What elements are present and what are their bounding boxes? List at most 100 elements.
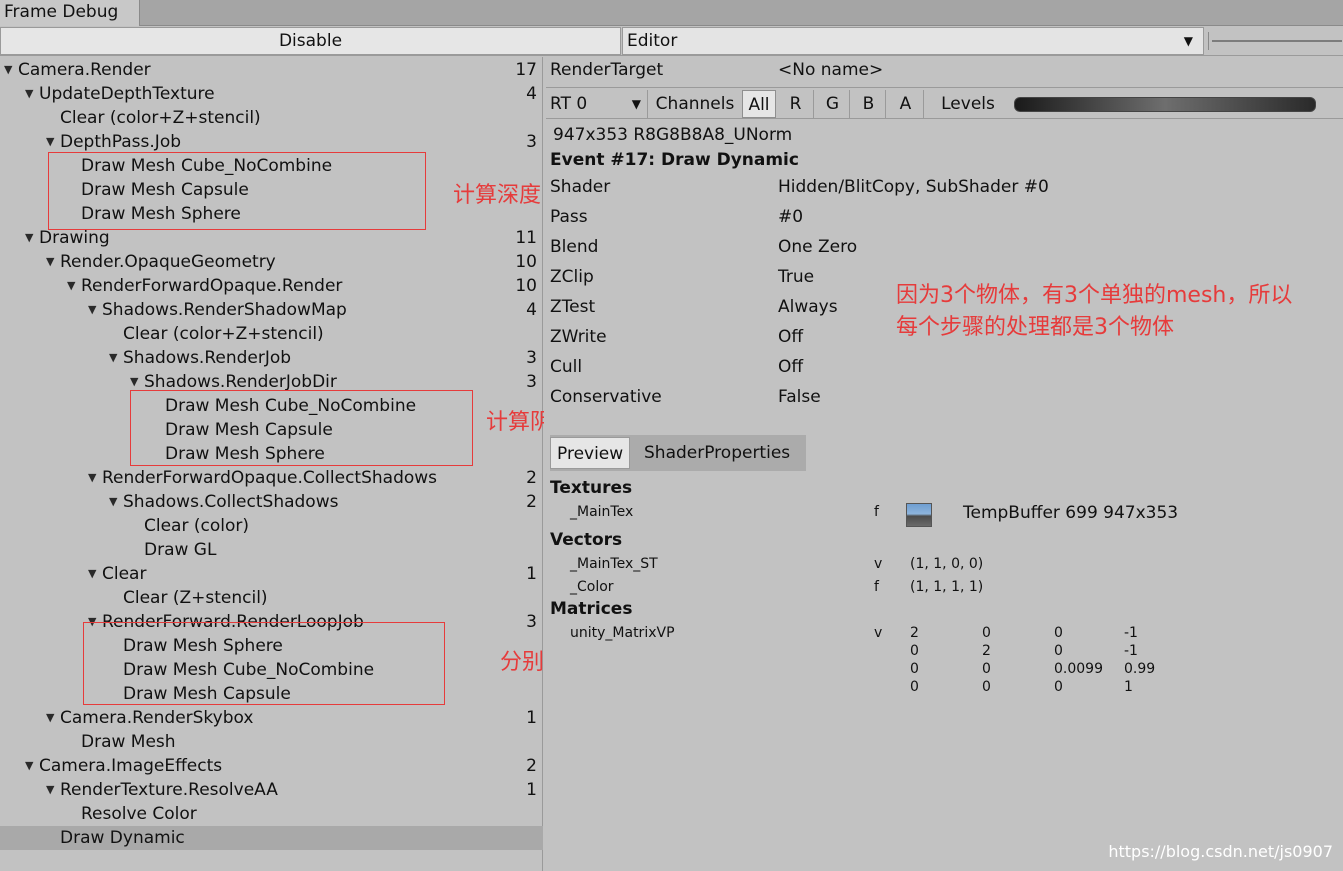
property-value: False (778, 387, 821, 407)
expand-arrow-icon[interactable]: ▼ (46, 778, 54, 802)
tree-row[interactable]: ▼ RenderForwardOpaque.Render 10 (0, 274, 543, 298)
tree-row[interactable]: ▼ Shadows.CollectShadows 2 (0, 490, 543, 514)
tree-row-label: Clear (Z+stencil) (123, 588, 268, 608)
chevron-down-icon: ▼ (631, 97, 641, 111)
tree-row[interactable]: ▼ Clear 1 (0, 562, 543, 586)
tree-row[interactable]: ▼ Shadows.RenderShadowMap 4 (0, 298, 543, 322)
toolbar: Disable Editor ▼ (0, 26, 1343, 56)
event-title: Event #17: Draw Dynamic (550, 150, 799, 170)
matrix-cell: 0.0099 (1054, 661, 1103, 677)
tree-row[interactable]: ▼ Camera.Render 17 (0, 58, 543, 82)
event-slider[interactable] (1208, 32, 1342, 50)
expand-arrow-icon[interactable]: ▼ (109, 346, 117, 370)
matrix-cell: 0 (910, 661, 919, 677)
expand-arrow-icon[interactable]: ▼ (46, 130, 54, 154)
expand-arrow-icon[interactable]: ▼ (88, 562, 96, 586)
channel-button-a[interactable]: A (888, 90, 924, 118)
tree-row-label: Camera.RenderSkybox (60, 708, 254, 728)
property-value: One Zero (778, 237, 858, 257)
tree-row[interactable]: ▼ Shadows.RenderJob 3 (0, 346, 543, 370)
tree-row[interactable]: ▼ RenderTexture.ResolveAA 1 (0, 778, 543, 802)
tree-row[interactable]: Draw Mesh (0, 730, 543, 754)
matrix-cell: 2 (982, 643, 991, 659)
expand-arrow-icon[interactable]: ▼ (25, 226, 33, 250)
texture-value: TempBuffer 699 947x353 (963, 503, 1179, 523)
tree-row-label: Shadows.RenderShadowMap (102, 300, 347, 320)
tab-preview[interactable]: Preview (550, 437, 631, 469)
expand-arrow-icon[interactable]: ▼ (109, 490, 117, 514)
matrix-cell: 0.99 (1124, 661, 1156, 677)
vector-name: _Color (570, 579, 614, 595)
tab-shader-properties[interactable]: ShaderProperties (638, 437, 796, 469)
tree-row[interactable]: Draw GL (0, 538, 543, 562)
vectors-header: Vectors (550, 530, 623, 550)
tree-row[interactable]: Clear (color) (0, 514, 543, 538)
property-value: Off (778, 357, 804, 377)
tree-row[interactable]: Clear (Z+stencil) (0, 586, 543, 610)
expand-arrow-icon[interactable]: ▼ (67, 274, 75, 298)
tree-row[interactable]: ▼ Render.OpaqueGeometry 10 (0, 250, 543, 274)
property-name: ZClip (550, 267, 594, 287)
expand-arrow-icon[interactable]: ▼ (46, 706, 54, 730)
annotation-box-depth (48, 152, 426, 230)
target-dropdown[interactable]: Editor ▼ (622, 27, 1204, 55)
render-target-format: 947x353 R8G8B8A8_UNorm (553, 125, 793, 145)
matrix-type: v (874, 625, 883, 641)
tree-row[interactable]: Resolve Color (0, 802, 543, 826)
property-name: Cull (550, 357, 583, 377)
property-name: Conservative (550, 387, 662, 407)
frame-debug-tab[interactable]: Frame Debug (0, 0, 140, 26)
matrix-cell: -1 (1124, 625, 1138, 641)
property-name: Blend (550, 237, 599, 257)
matrix-cell: 1 (1124, 679, 1133, 695)
property-name: Pass (550, 207, 588, 227)
tree-row[interactable]: Clear (color+Z+stencil) (0, 106, 543, 130)
expand-arrow-icon[interactable]: ▼ (46, 250, 54, 274)
matrix-cell: 0 (1054, 679, 1063, 695)
levels-label: Levels (941, 94, 995, 114)
property-name: ZTest (550, 297, 596, 317)
tree-row-label: RenderForwardOpaque.CollectShadows (102, 468, 438, 488)
channels-label: Channels (655, 94, 735, 114)
vector-value: (1, 1, 0, 0) (910, 556, 984, 572)
tree-row-label: Resolve Color (81, 804, 197, 824)
expand-arrow-icon[interactable]: ▼ (25, 82, 33, 106)
expand-arrow-icon[interactable]: ▼ (25, 754, 33, 778)
rt-select-label: RT 0 (550, 94, 588, 114)
render-target-value: <No name> (778, 60, 884, 80)
tree-row[interactable]: ▼ Camera.RenderSkybox 1 (0, 706, 543, 730)
property-name: Shader (550, 177, 611, 197)
matrix-cell: 0 (982, 679, 991, 695)
annotation-box-draw3 (83, 622, 445, 705)
texture-type: f (874, 504, 879, 520)
tree-row-count: 2 (526, 468, 537, 488)
tree-row-count: 10 (515, 276, 537, 296)
tree-row[interactable]: ▼ RenderForwardOpaque.CollectShadows 2 (0, 466, 543, 490)
channel-button-g[interactable]: G (816, 90, 850, 118)
disable-button[interactable]: Disable (0, 27, 621, 55)
tree-row-label: UpdateDepthTexture (39, 84, 215, 104)
annotation-depth: 计算深度 (453, 183, 542, 208)
tree-row-label: Clear (color+Z+stencil) (60, 108, 261, 128)
channel-button-all[interactable]: All (742, 90, 776, 118)
detail-tabs: Preview ShaderProperties (550, 435, 806, 471)
channel-button-r[interactable]: R (778, 90, 814, 118)
texture-name: _MainTex (570, 504, 634, 520)
levels-slider[interactable] (1014, 97, 1316, 112)
tree-row[interactable]: ▼ Camera.ImageEffects 2 (0, 754, 543, 778)
textures-header: Textures (550, 478, 633, 498)
property-value: Hidden/BlitCopy, SubShader #0 (778, 177, 1049, 197)
rt-select[interactable]: RT 0 ▼ (546, 90, 648, 118)
expand-arrow-icon[interactable]: ▼ (88, 298, 96, 322)
expand-arrow-icon[interactable]: ▼ (4, 58, 12, 82)
channel-toolbar: RT 0 ▼ Channels All R G B A Levels (546, 87, 1343, 119)
chevron-down-icon: ▼ (1183, 34, 1193, 48)
tree-row[interactable]: Clear (color+Z+stencil) (0, 322, 543, 346)
texture-thumbnail[interactable] (906, 503, 932, 527)
property-value: #0 (778, 207, 804, 227)
expand-arrow-icon[interactable]: ▼ (88, 466, 96, 490)
channel-button-b[interactable]: B (852, 90, 886, 118)
tree-row[interactable]: ▼ UpdateDepthTexture 4 (0, 82, 543, 106)
tree-row[interactable]: Draw Dynamic (0, 826, 543, 850)
tree-row[interactable]: ▼ DepthPass.Job 3 (0, 130, 543, 154)
